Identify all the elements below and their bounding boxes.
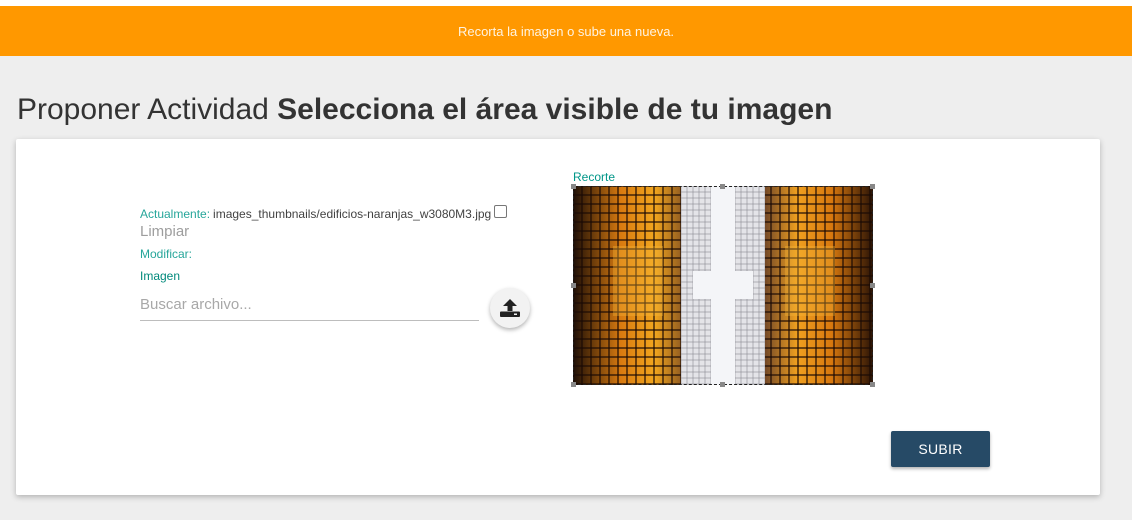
crop-handle-e[interactable] (870, 283, 875, 288)
page-title-bold: Selecciona el área visible de tu imagen (277, 93, 833, 126)
current-label: Actualmente: (140, 207, 211, 221)
form-card: Actualmente: images_thumbnails/edificios… (16, 139, 1100, 495)
page-title: Proponer Actividad Selecciona el área vi… (17, 93, 832, 127)
crop-selection-frame[interactable] (573, 186, 873, 385)
crop-handle-s[interactable] (720, 382, 725, 387)
crop-area[interactable] (571, 184, 875, 387)
modify-label: Modificar: (140, 247, 193, 261)
page-title-light: Proponer Actividad (17, 93, 278, 126)
clear-checkbox[interactable] (494, 204, 508, 218)
upload-icon (500, 299, 520, 317)
submit-button[interactable]: SUBIR (891, 431, 990, 467)
upload-button[interactable] (490, 288, 530, 328)
file-search-input[interactable] (140, 289, 479, 321)
banner-message: Recorta la imagen o sube una nueva. (457, 23, 675, 39)
current-file-link[interactable]: images_thumbnails/edificios-naranjas_w30… (213, 207, 491, 221)
crop-handle-w[interactable] (571, 283, 576, 288)
current-file-line: Actualmente: images_thumbnails/edificios… (140, 204, 508, 221)
crop-handle-sw[interactable] (571, 382, 576, 387)
image-label: Imagen (140, 269, 181, 283)
crop-handle-se[interactable] (870, 382, 875, 387)
crop-handle-n[interactable] (720, 184, 725, 189)
crop-handle-ne[interactable] (870, 184, 875, 189)
clear-label: Limpiar (140, 223, 190, 240)
crop-handle-nw[interactable] (571, 184, 576, 189)
notification-banner: Recorta la imagen o sube una nueva. (0, 6, 1132, 56)
crop-label: Recorte (573, 170, 616, 184)
